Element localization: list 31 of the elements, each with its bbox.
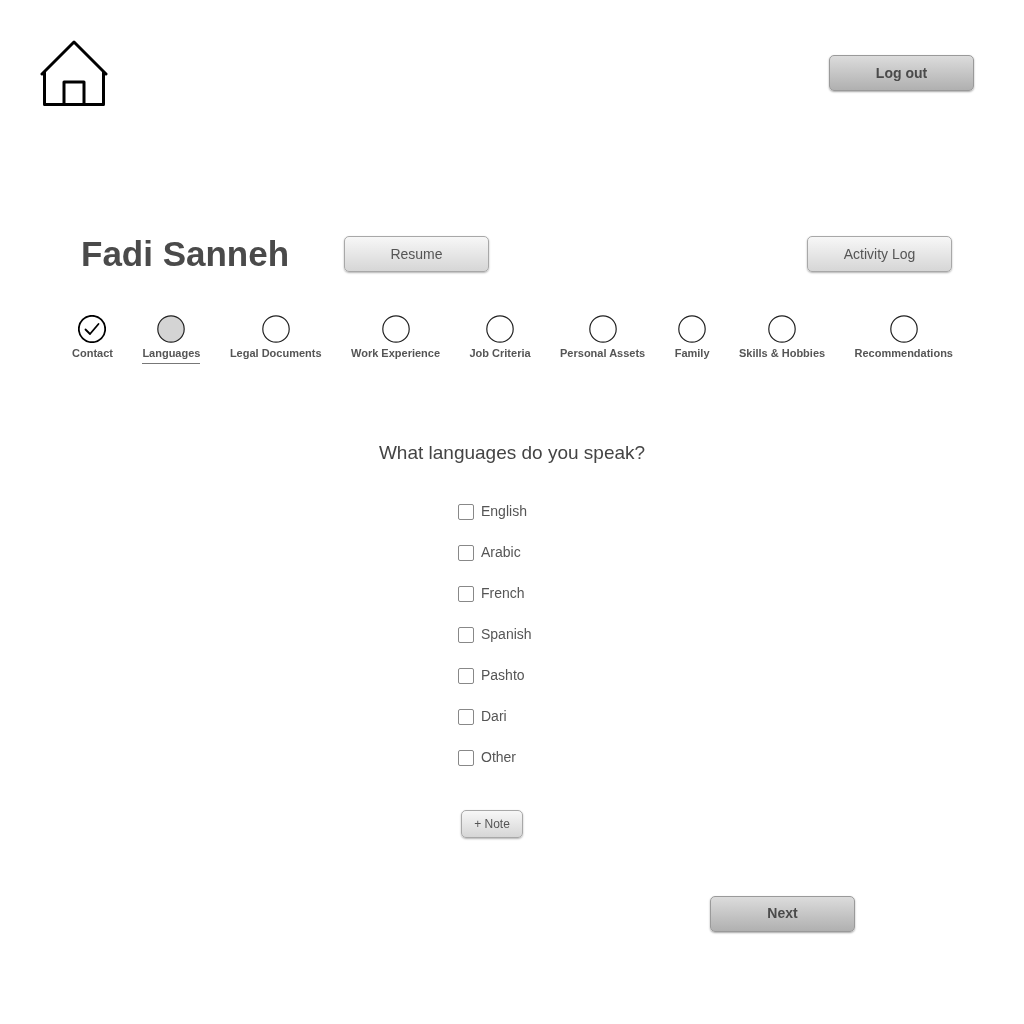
add-note-button[interactable]: + Note — [461, 809, 523, 838]
option-label: Other — [481, 748, 516, 767]
resume-button[interactable]: Resume — [344, 236, 489, 273]
question-heading: What languages do you speak? — [378, 441, 646, 465]
home-icon[interactable] — [40, 40, 108, 106]
option-label: English — [481, 502, 527, 521]
checkbox[interactable] — [458, 585, 474, 602]
logout-button[interactable]: Log out — [829, 55, 974, 91]
checkbox[interactable] — [458, 667, 474, 684]
option-label: Spanish — [481, 625, 532, 644]
option-label: Pashto — [481, 666, 525, 685]
step-tab[interactable]: Job Criteria — [469, 344, 531, 364]
option-label: Arabic — [481, 543, 521, 562]
next-button[interactable]: Next — [710, 895, 855, 932]
step-tab[interactable]: Skills & Hobbies — [738, 344, 826, 364]
step-tab[interactable]: Personal Assets — [560, 344, 646, 364]
option-label: Dari — [481, 707, 507, 726]
user-name: Fadi Sanneh — [81, 234, 290, 273]
checkbox[interactable] — [458, 503, 474, 520]
checkbox[interactable] — [458, 626, 474, 643]
step-tab[interactable]: Family — [674, 344, 710, 364]
step-tab[interactable]: Legal Documents — [229, 344, 322, 364]
option-label: French — [481, 584, 525, 603]
step-tab[interactable]: Contact — [72, 344, 113, 364]
step-tab[interactable]: Recommendations — [854, 344, 953, 364]
checkbox[interactable] — [458, 708, 474, 725]
step-tab[interactable]: Languages — [142, 344, 201, 364]
step-tab[interactable]: Work Experience — [351, 344, 441, 364]
checkbox[interactable] — [458, 749, 474, 766]
activity-log-button[interactable]: Activity Log — [807, 236, 952, 273]
checkbox[interactable] — [458, 544, 474, 561]
